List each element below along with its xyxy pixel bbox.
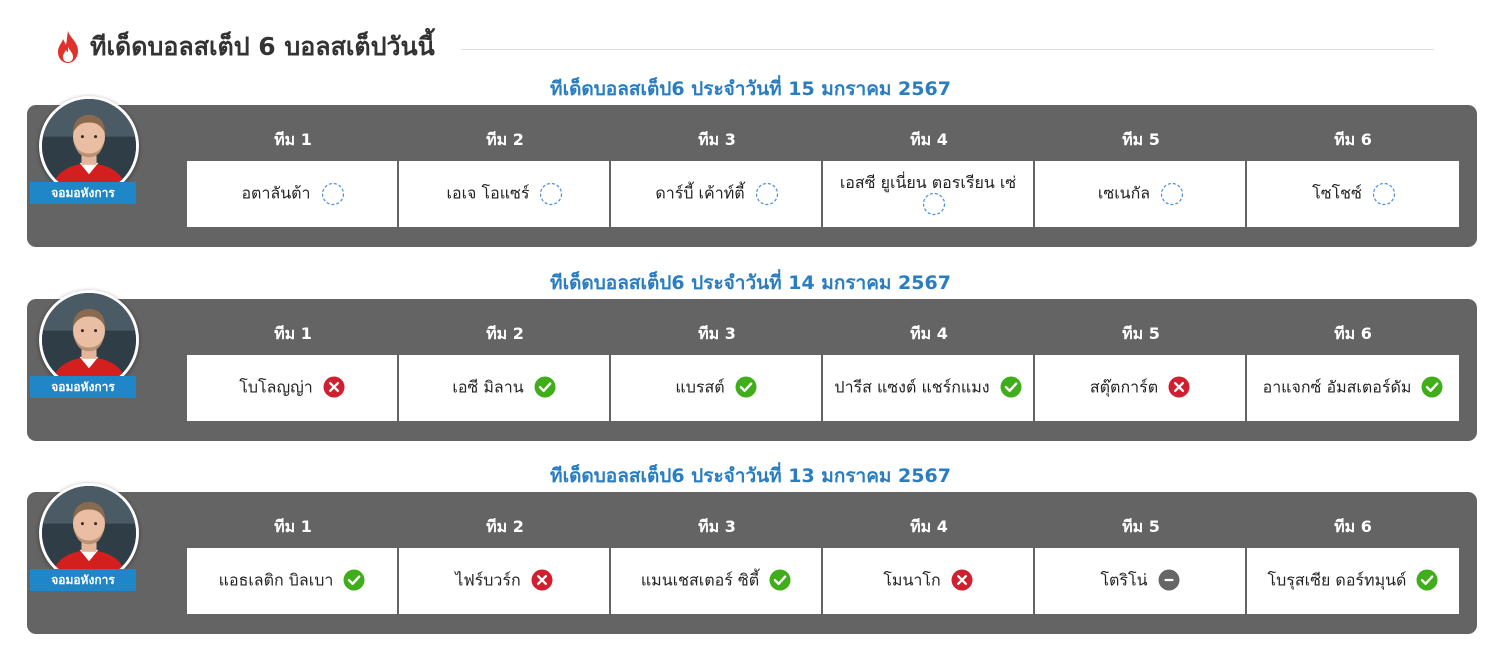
team-column-header: ทีม 6 [1334, 324, 1372, 343]
team-pick-cell: เอสซี ยูเนี่ยน ตอรเรียน เซ่ [823, 161, 1033, 227]
result-lose-icon [1168, 376, 1190, 398]
author-avatar[interactable] [39, 96, 139, 196]
table-header-row: ทีม 1 ทีม 2 ทีม 3 ทีม 4 ทีม 5 ทีม 6 [187, 313, 1459, 355]
table-header-row: ทีม 1 ทีม 2 ทีม 3 ทีม 4 ทีม 5 ทีม 6 [187, 119, 1459, 161]
team-column-header: ทีม 1 [274, 517, 312, 536]
team-column-header: ทีม 4 [910, 517, 948, 536]
step-card: จอมอหังการ ทีม 1 ทีม 2 ทีม 3 ทีม 4 ทีม 5 ทีม 6… [27, 96, 1477, 247]
table-row: แอธเลติก บิลเบา ไฟร์บวร์ก แมนเชสเตอร์ ซิตี… [187, 548, 1459, 614]
team-column-header: ทีม 4 [910, 324, 948, 343]
team-pick-cell: เอซี มิลาน [399, 355, 609, 421]
section-title: ทีเด็ดบอลสเต็ป6 ประจำวันที่ 14 มกราคม 25… [550, 272, 951, 294]
team-column-header: ทีม 6 [1334, 130, 1372, 149]
team-column-header: ทีม 4 [910, 130, 948, 149]
team-column-header: ทีม 3 [698, 130, 736, 149]
author-badge[interactable]: จอมอหังการ [30, 569, 136, 591]
picks-table: ทีม 1 ทีม 2 ทีม 3 ทีม 4 ทีม 5 ทีม 6 อตาลันต้า เ… [187, 119, 1459, 227]
result-win-icon [769, 569, 791, 591]
team-name: เอซี มิลาน [452, 377, 524, 397]
section-title: ทีเด็ดบอลสเต็ป6 ประจำวันที่ 13 มกราคม 25… [550, 465, 951, 487]
team-pick-cell: สตุ๊ตการ์ต [1035, 355, 1245, 421]
table-row: โบโลญญ่า เอซี มิลาน แบรสต์ ปารีส แซงต์ แชร์… [187, 355, 1459, 421]
team-pick-cell: โมนาโก [823, 548, 1033, 614]
step-card: จอมอหังการ ทีม 1 ทีม 2 ทีม 3 ทีม 4 ทีม 5 ทีม 6… [27, 483, 1477, 634]
team-pick-cell: เซเนกัล [1035, 161, 1245, 227]
step-card: จอมอหังการ ทีม 1 ทีม 2 ทีม 3 ทีม 4 ทีม 5 ทีม 6… [27, 290, 1477, 441]
team-column-header: ทีม 3 [698, 324, 736, 343]
team-name: โบรุสเซีย ดอร์ทมุนด์ [1267, 570, 1407, 590]
team-column-header: ทีม 1 [274, 324, 312, 343]
team-name: แอธเลติก บิลเบา [218, 570, 334, 590]
team-name: เอสซี ยูเนี่ยน ตอรเรียน เซ่ [839, 172, 1017, 192]
result-pending-icon [539, 182, 563, 206]
result-win-icon [534, 376, 556, 398]
team-pick-cell: โบโลญญ่า [187, 355, 397, 421]
fire-icon [58, 31, 78, 63]
team-name: เอเจ โอแซร์ [446, 183, 530, 203]
team-name: โบโลญญ่า [239, 377, 313, 397]
team-pick-cell: แมนเชสเตอร์ ซิตี้ [611, 548, 821, 614]
result-win-icon [1000, 376, 1022, 398]
team-column-header: ทีม 2 [486, 130, 524, 149]
table-row: อตาลันต้า เอเจ โอแซร์ ดาร์บี้ เค้าท์ตี้ เอส… [187, 161, 1459, 227]
result-pending-icon [321, 182, 344, 206]
team-name: โซโชซ์ [1312, 183, 1362, 203]
team-name: แมนเชสเตอร์ ซิตี้ [640, 570, 760, 590]
team-column-header: ทีม 1 [274, 130, 312, 149]
team-pick-cell: ดาร์บี้ เค้าท์ตี้ [611, 161, 821, 227]
result-pending-icon [1160, 182, 1184, 206]
result-pending-icon [1372, 182, 1395, 206]
team-name: ไฟร์บวร์ก [455, 570, 521, 590]
table-header-row: ทีม 1 ทีม 2 ทีม 3 ทีม 4 ทีม 5 ทีม 6 [187, 506, 1459, 548]
author-badge[interactable]: จอมอหังการ [30, 376, 136, 398]
team-pick-cell: ปารีส แซงต์ แชร์กแมง [823, 355, 1033, 421]
team-pick-cell: อาแจกซ์ อัมสเตอร์ดัม [1247, 355, 1459, 421]
page-title: ทีเด็ดบอลสเต็ป 6 บอลสเต็ปวันนี้ [90, 32, 435, 61]
team-pick-cell: แบรสต์ [611, 355, 821, 421]
team-column-header: ทีม 5 [1122, 517, 1160, 536]
result-lose-icon [531, 569, 553, 591]
result-win-icon [343, 569, 365, 591]
page-header: ทีเด็ดบอลสเต็ป 6 บอลสเต็ปวันนี้ [54, 28, 1434, 66]
team-pick-cell: โตริโน่ [1035, 548, 1245, 614]
team-name: อตาลันต้า [241, 183, 311, 203]
team-name: ดาร์บี้ เค้าท์ตี้ [655, 183, 745, 203]
picks-table: ทีม 1 ทีม 2 ทีม 3 ทีม 4 ทีม 5 ทีม 6 แอธเลติก บ… [187, 506, 1459, 614]
team-column-header: ทีม 5 [1122, 324, 1160, 343]
result-win-icon [1416, 569, 1438, 591]
author-avatar[interactable] [39, 483, 139, 583]
result-win-icon [1421, 376, 1443, 398]
team-column-header: ทีม 2 [486, 324, 524, 343]
team-column-header: ทีม 6 [1334, 517, 1372, 536]
result-lose-icon [323, 376, 345, 398]
team-column-header: ทีม 2 [486, 517, 524, 536]
result-pending-icon [922, 192, 946, 216]
author-badge[interactable]: จอมอหังการ [30, 182, 136, 204]
team-pick-cell: โบรุสเซีย ดอร์ทมุนด์ [1247, 548, 1459, 614]
team-pick-cell: อตาลันต้า [187, 161, 397, 227]
result-pending-icon [755, 182, 778, 206]
result-lose-icon [951, 569, 973, 591]
team-name: โตริโน่ [1100, 570, 1148, 590]
author-avatar[interactable] [39, 290, 139, 390]
team-name: ปารีส แซงต์ แชร์กแมง [834, 377, 990, 397]
team-name: แบรสต์ [675, 377, 725, 397]
result-draw-icon [1158, 569, 1180, 591]
header-divider [460, 48, 1434, 50]
result-win-icon [735, 376, 757, 398]
section-title: ทีเด็ดบอลสเต็ป6 ประจำวันที่ 15 มกราคม 25… [550, 78, 951, 100]
picks-table: ทีม 1 ทีม 2 ทีม 3 ทีม 4 ทีม 5 ทีม 6 โบโลญญ่า เอ… [187, 313, 1459, 421]
team-name: เซเนกัล [1097, 183, 1151, 203]
team-column-header: ทีม 3 [698, 517, 736, 536]
team-pick-cell: เอเจ โอแซร์ [399, 161, 609, 227]
team-name: อาแจกซ์ อัมสเตอร์ดัม [1262, 377, 1412, 397]
team-name: สตุ๊ตการ์ต [1089, 377, 1159, 397]
team-name: โมนาโก [883, 570, 941, 590]
team-column-header: ทีม 5 [1122, 130, 1160, 149]
team-pick-cell: โซโชซ์ [1247, 161, 1459, 227]
team-pick-cell: แอธเลติก บิลเบา [187, 548, 397, 614]
team-pick-cell: ไฟร์บวร์ก [399, 548, 609, 614]
